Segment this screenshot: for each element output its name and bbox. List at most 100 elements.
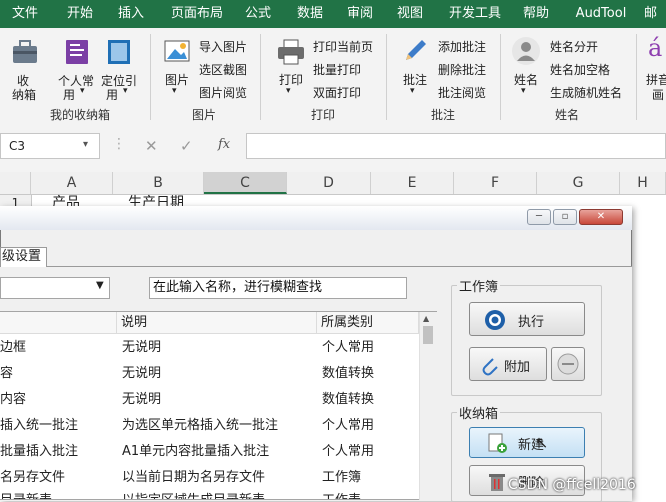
execute-icon [485,310,505,330]
execute-label: 执行 [518,315,545,330]
column-header-a[interactable]: A [31,172,113,194]
ribbon-separator [386,34,387,120]
list-item-name[interactable]: 插入统一批注 [0,413,78,439]
column-header-c[interactable]: C [204,172,287,194]
search-input[interactable]: 在此输入名称，进行模糊查找 [149,277,407,299]
duplex-print[interactable]: 双面打印 [313,84,361,101]
chevron-down-icon: ▾ [521,86,526,96]
picture-browse[interactable]: 图片阅览 [199,84,247,101]
execute-button[interactable]: 执行 [469,302,585,336]
toolbox-icon [13,40,37,63]
minimize-button[interactable]: ─ [527,209,551,225]
category-dropdown[interactable] [0,277,110,299]
menu-developer[interactable]: 开发工具 [442,0,508,28]
column-header-f[interactable]: F [454,172,537,194]
split-name[interactable]: 姓名分开 [550,38,598,55]
list-scrollbar[interactable]: ▲ [419,312,437,500]
group-label-print: 打印 [310,108,335,122]
personal-common-label-2[interactable]: 用 [63,86,75,103]
delete-comment[interactable]: 删除批注 [438,61,486,78]
macro-list[interactable]: 说明 所属类别 边框 无说明 个人常用 容 无说明 数值转换 内容 无说明 数值… [0,311,437,500]
column-header-name[interactable] [0,312,117,334]
menu-file[interactable]: 文件 [0,0,50,28]
list-item-name[interactable]: 容 [0,361,13,387]
menu-insert[interactable]: 插入 [110,0,152,28]
random-name[interactable]: 生成随机姓名 [550,84,622,101]
column-header-g[interactable]: G [537,172,620,194]
name-label[interactable]: 姓名 [514,71,538,88]
list-item-name[interactable]: 目录新表 [0,488,52,499]
list-item-category: 个人常用 [322,444,375,459]
column-header-h[interactable]: H [620,172,666,194]
column-header-b[interactable]: B [113,172,204,194]
print-current-page[interactable]: 打印当前页 [313,38,373,55]
menu-home[interactable]: 开始 [54,0,106,28]
locate-reference-label-2[interactable]: 用 [106,86,118,103]
menu-help[interactable]: 帮助 [516,0,556,28]
ribbon-separator [150,34,151,120]
list-item-desc: 以指定区域生成目录新表 [122,488,265,499]
region-screenshot[interactable]: 选区截图 [199,61,247,78]
cell-b1[interactable]: 生产日期 [128,194,184,206]
scroll-up-icon[interactable]: ▲ [423,314,429,323]
menu-formulas[interactable]: 公式 [238,0,278,28]
trash-icon [489,474,505,491]
menu-data[interactable]: 数据 [290,0,330,28]
attach-button[interactable]: 附加 [469,347,547,381]
add-comment[interactable]: 添加批注 [438,38,486,55]
list-item-name[interactable]: 批量插入批注 [0,439,78,465]
print-label[interactable]: 打印 [279,71,303,88]
cell-a1[interactable]: 产品 [52,194,80,206]
menu-review[interactable]: 审阅 [340,0,380,28]
pinyin-label-2[interactable]: 画 [652,86,664,103]
new-button[interactable]: 新建 [469,427,585,458]
chevron-down-icon[interactable]: ▼ [96,280,104,291]
batch-print[interactable]: 批量打印 [313,61,361,78]
column-header-e[interactable]: E [371,172,454,194]
printer-icon [278,39,304,65]
formula-input[interactable] [246,133,666,159]
mouse-cursor-icon: ↖ [535,433,549,452]
picture-label[interactable]: 图片 [165,71,189,88]
list-item-category: 个人常用 [322,418,375,433]
pinyin-icon: á [648,34,663,62]
storage-box-label-2[interactable]: 纳箱 [12,86,36,103]
menu-view[interactable]: 视图 [390,0,430,28]
drag-dots-icon: ⋮ [112,136,126,152]
chevron-down-icon: ▾ [410,86,415,96]
comment-label[interactable]: 批注 [403,71,427,88]
select-all-corner[interactable] [0,172,31,194]
cancel-icon[interactable]: ✕ [145,137,158,155]
picture-icon [164,40,190,62]
chevron-down-icon[interactable]: ▾ [83,139,88,150]
minus-circle-icon [557,353,579,375]
comment-browse[interactable]: 批注阅览 [438,84,486,101]
menu-page-layout[interactable]: 页面布局 [164,0,230,28]
list-item-desc: 无说明 [122,366,162,381]
remove-button[interactable] [551,347,585,381]
maximize-button[interactable]: ▫ [553,209,577,225]
ribbon-separator [500,34,501,120]
name-add-space[interactable]: 姓名加空格 [550,61,610,78]
column-header-desc[interactable]: 说明 [117,312,317,334]
menu-bar: 文件 开始 插入 页面布局 公式 数据 审阅 视图 开发工具 帮助 AudToo… [0,0,666,28]
ribbon-separator [636,34,637,120]
list-item-category: 工作表 [322,488,361,499]
scrollbar-thumb[interactable] [423,326,433,344]
fx-icon[interactable]: fx [218,137,230,152]
new-document-icon [488,433,507,453]
list-item-desc: A1单元内容批量插入批注 [122,444,270,459]
check-icon[interactable]: ✓ [180,137,193,155]
group-label-comment: 批注 [430,108,455,122]
column-header-d[interactable]: D [287,172,371,194]
menu-mail[interactable]: 邮 [644,0,666,28]
storage-group-label: 收纳箱 [457,403,501,422]
menu-audtool[interactable]: AudTool [568,0,634,28]
list-item-name[interactable]: 内容 [0,387,26,413]
column-header-category[interactable]: 所属类别 [317,312,419,334]
close-button[interactable]: ✕ [579,209,623,225]
tab-advanced-settings[interactable]: 级设置 [0,247,47,267]
import-picture[interactable]: 导入图片 [199,38,247,55]
list-item-name[interactable]: 边框 [0,335,26,361]
list-item-category: 数值转换 [322,366,375,381]
